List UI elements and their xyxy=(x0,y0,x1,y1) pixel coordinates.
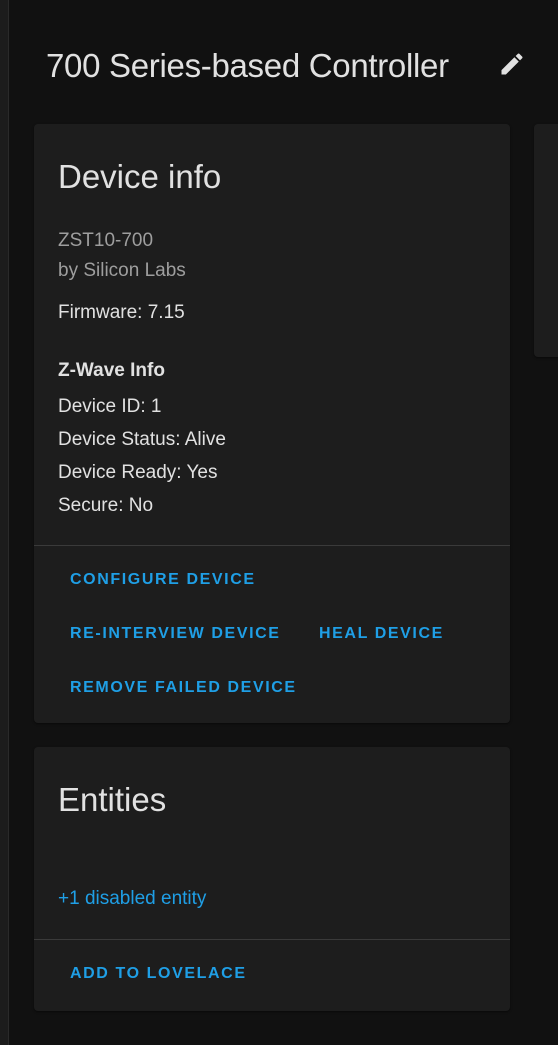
device-info-title: Device info xyxy=(58,158,222,195)
firmware-version: Firmware: 7.15 xyxy=(58,302,185,323)
add-to-lovelace-button[interactable]: ADD TO LOVELACE xyxy=(70,965,247,983)
heal-device-button[interactable]: HEAL DEVICE xyxy=(319,625,444,643)
device-model: ZST10-700 xyxy=(58,230,154,251)
edit-name-button[interactable] xyxy=(496,50,528,82)
entities-title: Entities xyxy=(58,781,167,818)
device-manufacturer: by Silicon Labs xyxy=(58,260,186,281)
disabled-entities-link[interactable]: +1 disabled entity xyxy=(58,888,206,910)
device-id: Device ID: 1 xyxy=(58,396,162,417)
device-info-card: Device info ZST10-700 by Silicon Labs Fi… xyxy=(34,124,510,723)
card-actions-divider xyxy=(34,545,510,546)
sidebar-edge xyxy=(0,0,9,1045)
pencil-icon xyxy=(498,50,526,83)
entities-card: Entities +1 disabled entity ADD TO LOVEL… xyxy=(34,747,510,1011)
device-status: Device Status: Alive xyxy=(58,429,226,450)
device-secure: Secure: No xyxy=(58,495,154,516)
remove-failed-device-button[interactable]: REMOVE FAILED DEVICE xyxy=(70,679,297,697)
zwave-info-heading: Z-Wave Info xyxy=(58,360,165,381)
card-actions-divider xyxy=(34,939,510,940)
page-title: 700 Series-based Controller xyxy=(46,47,449,84)
device-ready: Device Ready: Yes xyxy=(58,462,218,483)
page-header: 700 Series-based Controller xyxy=(46,40,546,92)
reinterview-device-button[interactable]: RE-INTERVIEW DEVICE xyxy=(70,625,281,643)
configure-device-button[interactable]: CONFIGURE DEVICE xyxy=(70,571,256,589)
adjacent-card xyxy=(534,124,558,357)
